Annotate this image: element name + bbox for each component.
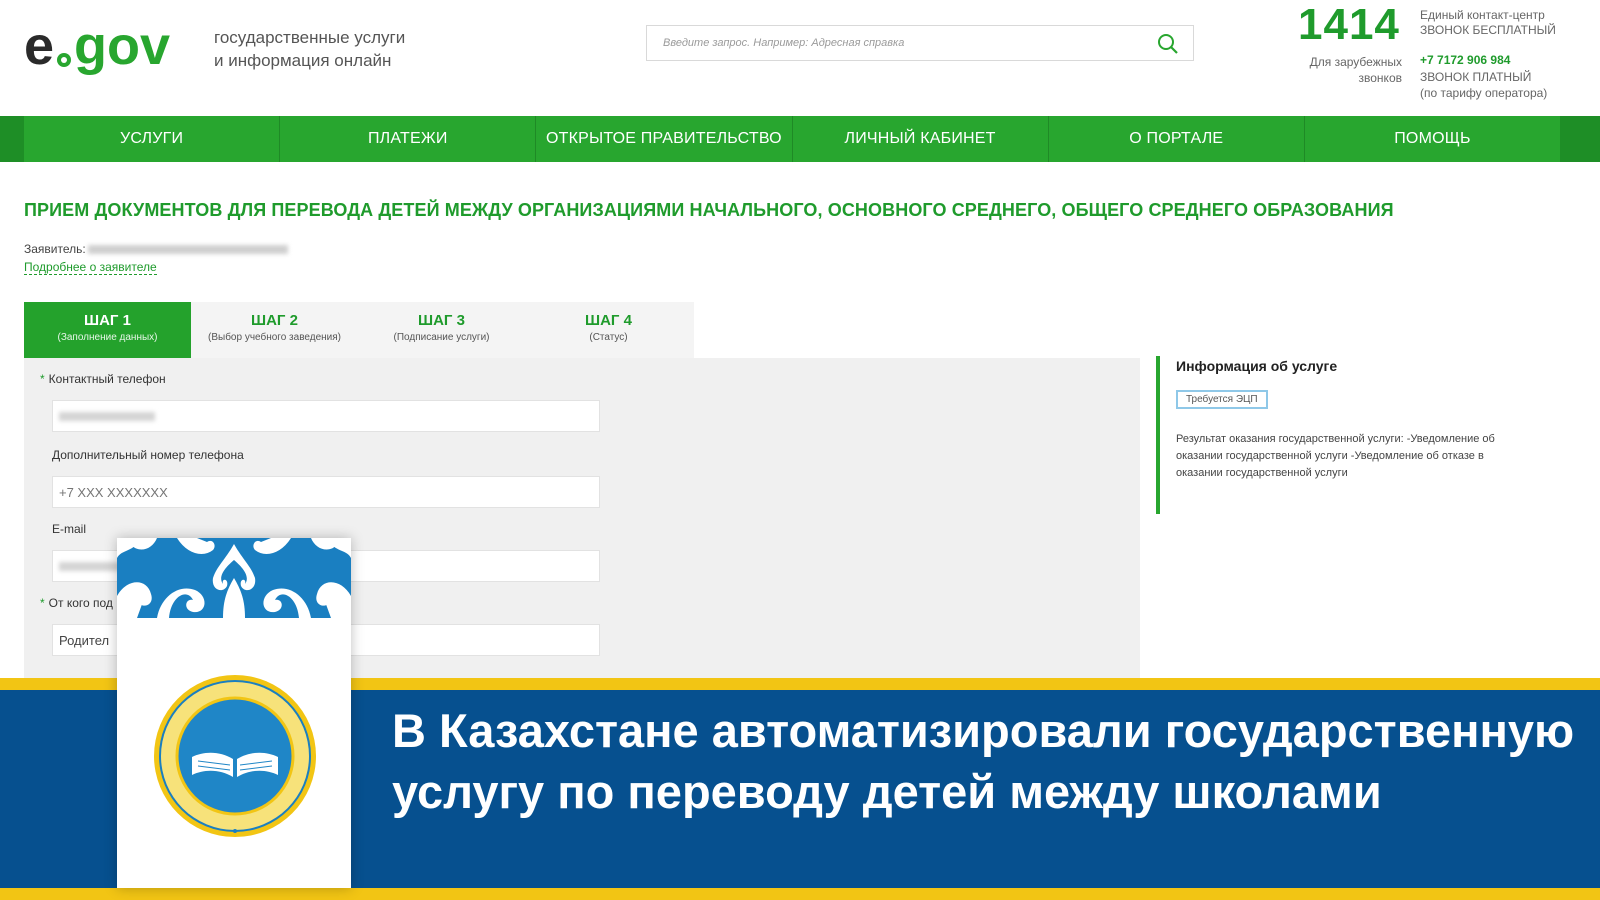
abroad-line-1: Для зарубежных: [1309, 55, 1402, 69]
step-4-number: ШАГ 4: [585, 312, 632, 329]
ministry-of-education-emblem-icon: [154, 675, 316, 837]
paid-desc-line-2: (по тарифу оператора): [1420, 86, 1548, 100]
site-header: e gov государственные услуги и информаци…: [0, 0, 1600, 116]
tagline-line-1: государственные услуги: [214, 28, 406, 47]
service-info-panel: Информация об услуге Требуется ЭЦП Резул…: [1156, 356, 1576, 514]
svg-text:gov: gov: [74, 16, 170, 76]
step-tabs: ШАГ 1 (Заполнение данных) ШАГ 2 (Выбор у…: [24, 302, 694, 368]
applicant-row: Заявитель:: [24, 242, 288, 256]
applicant-details-link[interactable]: Подробнее о заявителе: [24, 260, 157, 275]
svg-text:e: e: [24, 16, 54, 76]
contact-phone-value-blurred: [59, 412, 155, 421]
contact-desc-line-1: Единый контакт-центр: [1420, 8, 1545, 22]
nav-item-personal-account[interactable]: ЛИЧНЫЙ КАБИНЕТ: [793, 116, 1049, 162]
step-1-number: ШАГ 1: [84, 312, 131, 329]
paid-phone-number[interactable]: +7 7172 906 984: [1420, 53, 1510, 67]
service-result-text: Результат оказания государственной услуг…: [1176, 433, 1495, 479]
step-3-tab[interactable]: ШАГ 3 (Подписание услуги): [358, 302, 525, 358]
egov-logo-icon: e gov: [24, 16, 170, 76]
email-label: E-mail: [52, 522, 87, 536]
kazakh-ornament-icon: [117, 538, 351, 618]
page-title: ПРИЕМ ДОКУМЕНТОВ ДЛЯ ПЕРЕВОДА ДЕТЕЙ МЕЖД…: [24, 200, 1394, 220]
main-nav-items: УСЛУГИ ПЛАТЕЖИ ОТКРЫТОЕ ПРАВИТЕЛЬСТВО ЛИ…: [24, 116, 1560, 162]
ecp-required-badge: Требуется ЭЦП: [1176, 390, 1268, 409]
step-2-number: ШАГ 2: [251, 312, 298, 329]
abroad-calls-label: Для зарубежных звонков: [1298, 54, 1402, 86]
step-1-description: (Заполнение данных): [57, 332, 158, 343]
step-4-tab[interactable]: ШАГ 4 (Статус): [525, 302, 692, 358]
contact-center-description: Единый контакт-центр ЗВОНОК БЕСПЛАТНЫЙ: [1420, 8, 1600, 38]
from-whom-label: * От кого под: [40, 596, 113, 610]
main-nav: УСЛУГИ ПЛАТЕЖИ ОТКРЫТОЕ ПРАВИТЕЛЬСТВО ЛИ…: [0, 116, 1600, 162]
step-3-number: ШАГ 3: [418, 312, 465, 329]
required-mark: *: [40, 372, 45, 386]
extra-phone-input[interactable]: [53, 477, 599, 507]
egov-logo[interactable]: e gov: [24, 14, 196, 80]
contact-phone-field[interactable]: [52, 400, 600, 432]
nav-item-about-portal[interactable]: О ПОРТАЛЕ: [1049, 116, 1305, 162]
contact-phone-label-text: Контактный телефон: [48, 372, 166, 386]
site-tagline: государственные услуги и информация онла…: [214, 26, 454, 72]
step-4-description: (Статус): [589, 332, 628, 343]
from-whom-label-text: От кого под: [48, 596, 113, 610]
nav-item-help[interactable]: ПОМОЩЬ: [1305, 116, 1560, 162]
ministry-card: [117, 538, 351, 888]
nav-item-payments[interactable]: ПЛАТЕЖИ: [280, 116, 537, 162]
applicant-label: Заявитель:: [24, 242, 86, 256]
contact-center-number[interactable]: 1414: [1298, 0, 1400, 50]
search-box: [646, 25, 1194, 61]
extra-phone-field: [52, 476, 600, 508]
step-2-tab[interactable]: ШАГ 2 (Выбор учебного заведения): [191, 302, 358, 358]
step-2-description: (Выбор учебного заведения): [208, 332, 341, 343]
paid-phone-description: ЗВОНОК ПЛАТНЫЙ (по тарифу оператора): [1420, 69, 1600, 101]
service-info-title: Информация об услуге: [1176, 358, 1338, 374]
required-mark: *: [40, 596, 45, 610]
search-input[interactable]: [647, 26, 1147, 60]
tagline-line-2: и информация онлайн: [214, 51, 392, 70]
abroad-line-2: звонков: [1358, 71, 1402, 85]
paid-desc-line-1: ЗВОНОК ПЛАТНЫЙ: [1420, 70, 1532, 84]
nav-item-services[interactable]: УСЛУГИ: [24, 116, 281, 162]
contact-phone-label: * Контактный телефон: [40, 372, 166, 386]
news-headline: В Казахстане автоматизировали государств…: [392, 704, 1575, 818]
step-3-description: (Подписание услуги): [393, 332, 490, 343]
step-1-tab[interactable]: ШАГ 1 (Заполнение данных): [24, 302, 191, 368]
contact-desc-line-2: ЗВОНОК БЕСПЛАТНЫЙ: [1420, 23, 1556, 37]
nav-item-open-government[interactable]: ОТКРЫТОЕ ПРАВИТЕЛЬСТВО: [536, 116, 793, 162]
applicant-name-blurred: [87, 245, 288, 255]
search-icon[interactable]: [1157, 33, 1179, 55]
banner-bottom-stripe: [0, 888, 1600, 900]
extra-phone-label: Дополнительный номер телефона: [52, 448, 244, 462]
